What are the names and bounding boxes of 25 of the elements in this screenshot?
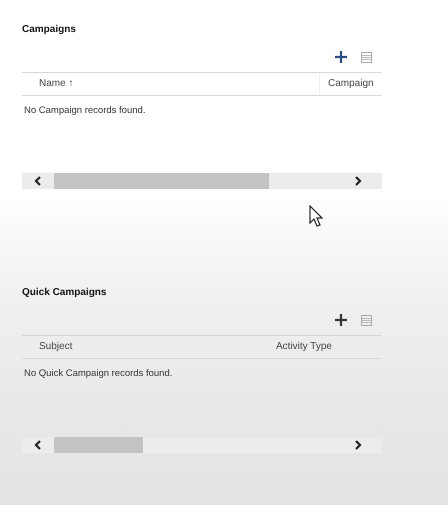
section-title: Campaigns (22, 23, 77, 37)
grid-view-button[interactable] (360, 314, 372, 326)
plus-icon (335, 314, 347, 326)
section-title: Quick Campaigns (22, 286, 108, 300)
grid-icon (360, 314, 372, 326)
grid-icon (360, 52, 372, 62)
scroll-right-icon (354, 440, 362, 450)
grid-view-button[interactable] (360, 51, 372, 63)
plus-icon (335, 51, 347, 63)
column-header[interactable]: Activity Type (268, 337, 332, 358)
add-button[interactable] (334, 50, 348, 64)
empty-message: No Campaign records found. (23, 104, 146, 118)
scroll-left-icon (34, 176, 42, 186)
column-header[interactable]: Name ↑ (22, 74, 320, 94)
column-header[interactable]: Subject (22, 337, 268, 358)
scroll-right-icon (354, 176, 362, 186)
column-header[interactable]: Campaign (320, 74, 374, 94)
scrollbar-thumb[interactable] (54, 173, 269, 190)
scroll-left-icon (34, 440, 42, 450)
empty-message: No Quick Campaign records found. (23, 367, 174, 382)
scrollbar-thumb[interactable] (54, 436, 143, 452)
add-button[interactable] (334, 313, 348, 328)
mouse-cursor-icon (309, 205, 323, 227)
horizontal-scrollbar[interactable] (22, 173, 382, 190)
horizontal-scrollbar[interactable] (22, 436, 382, 452)
